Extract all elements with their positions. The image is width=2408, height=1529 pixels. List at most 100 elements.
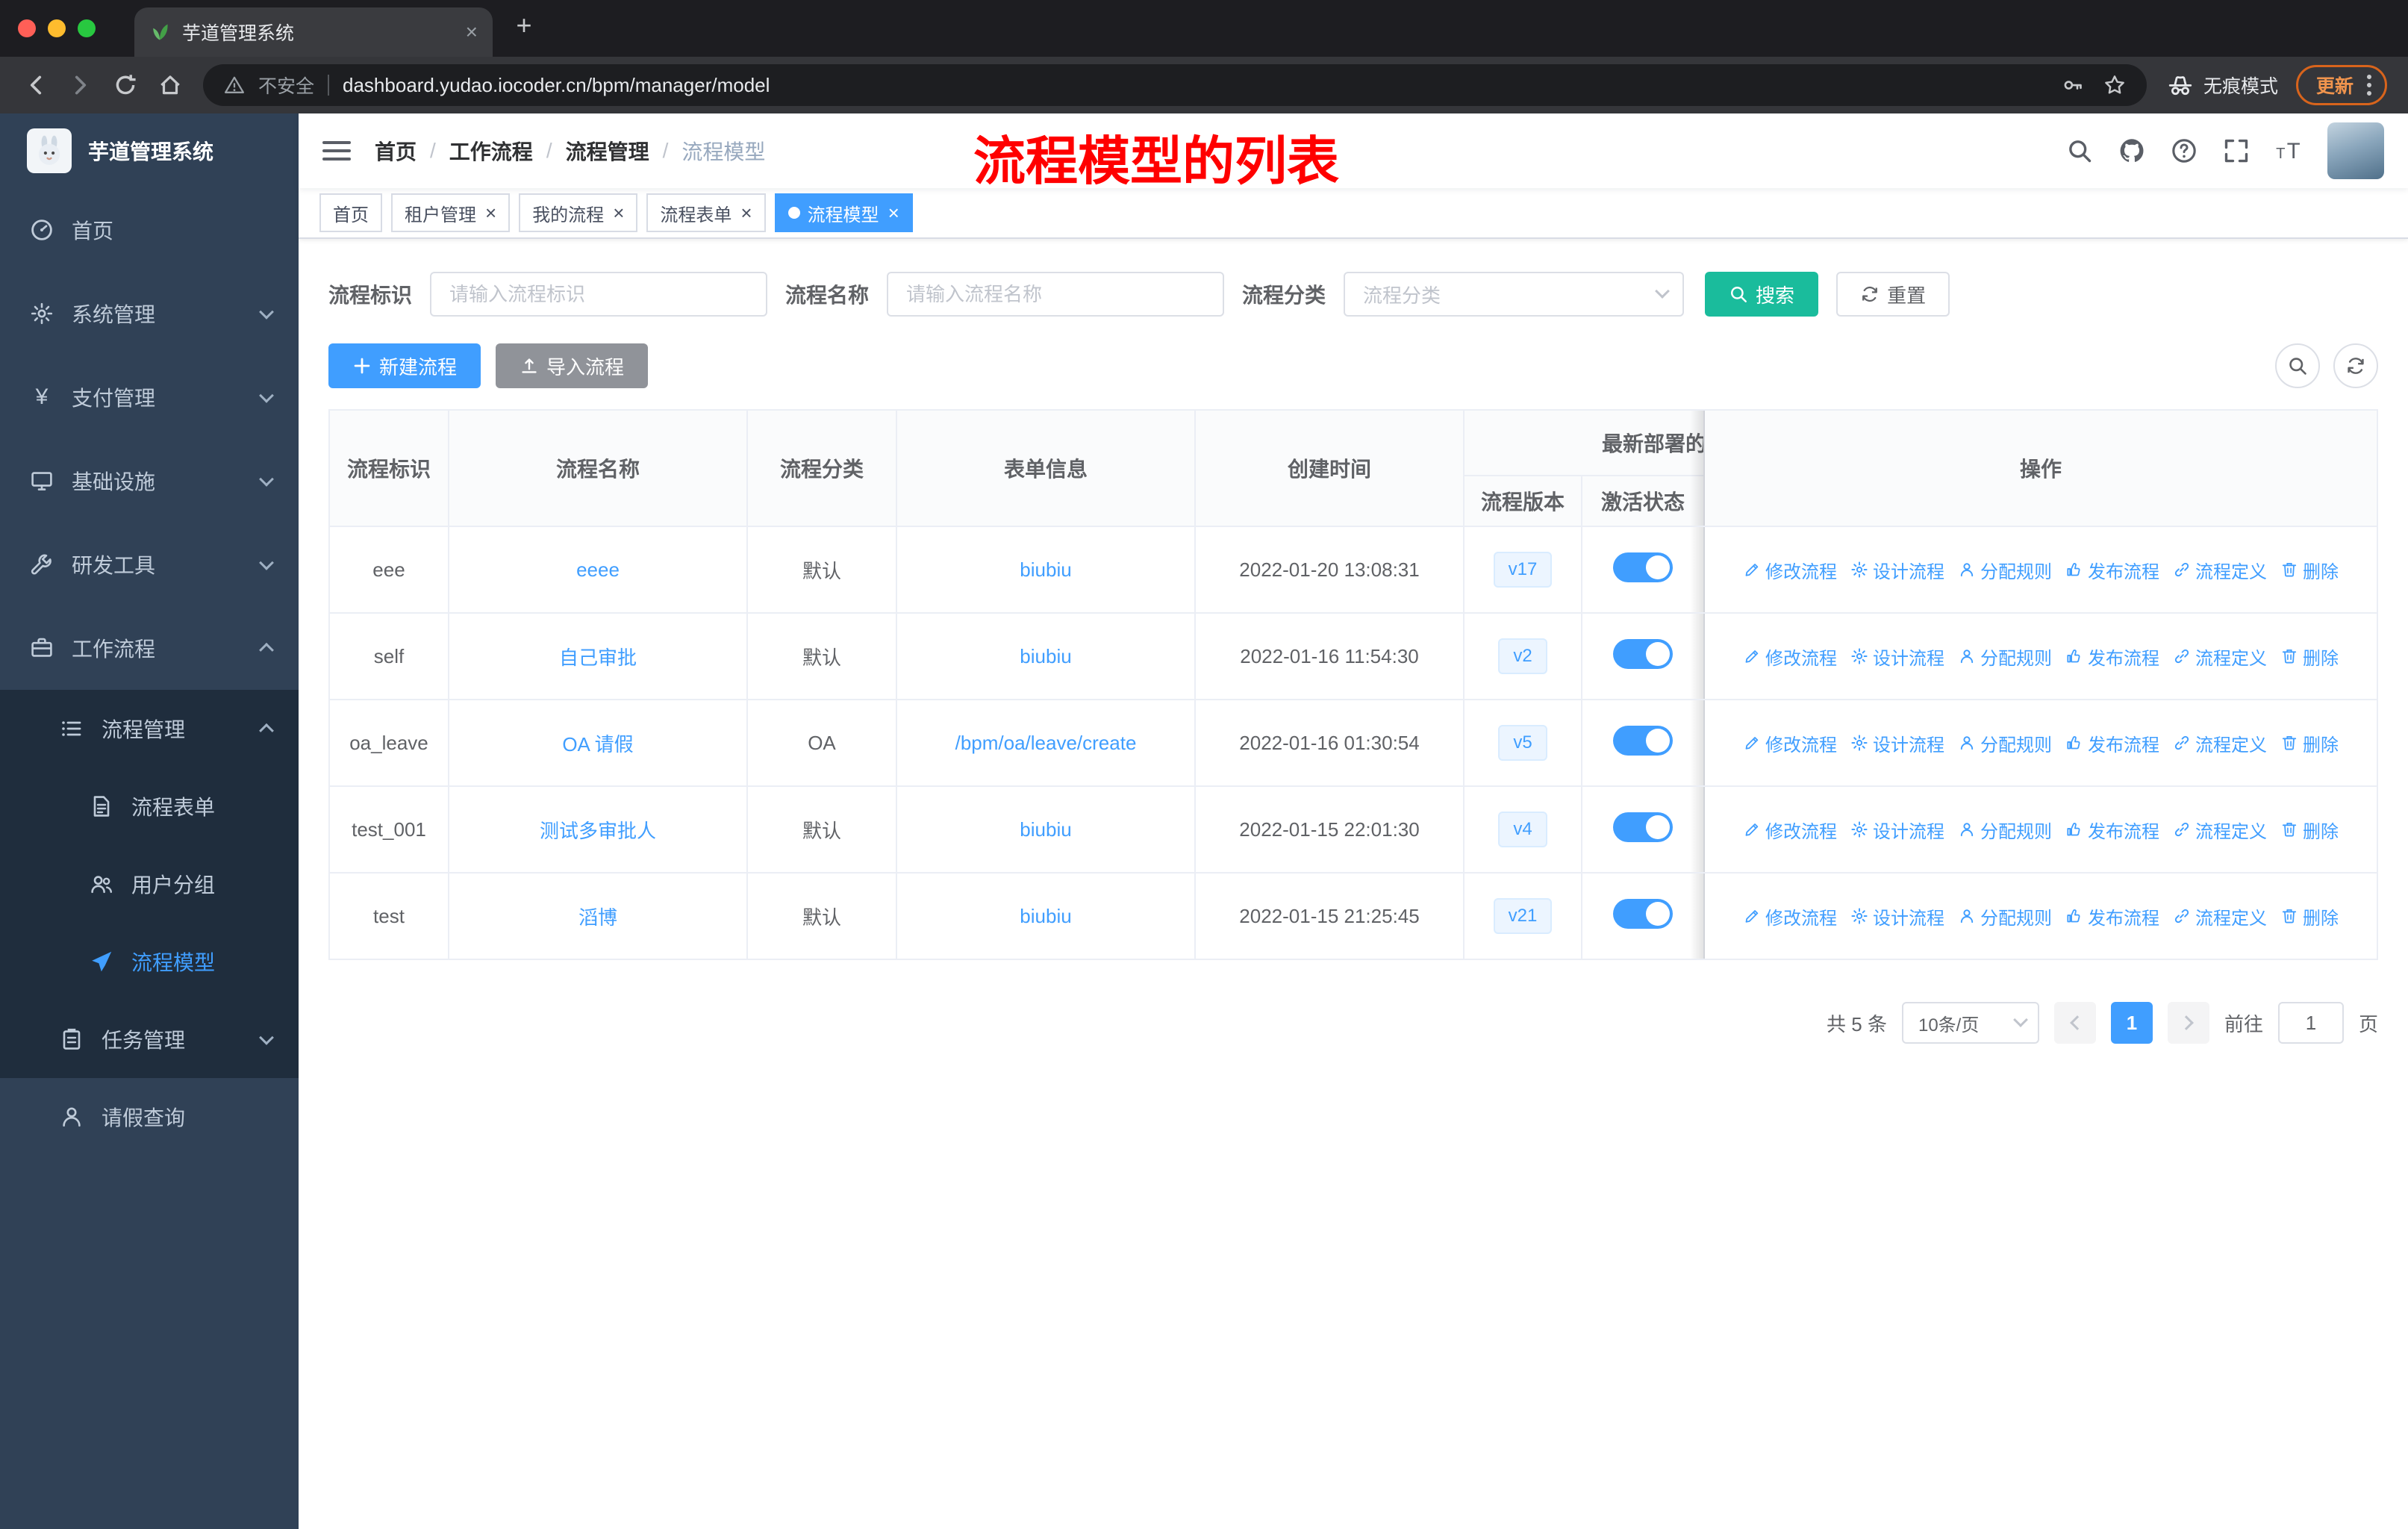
close-icon[interactable]: × — [485, 203, 496, 222]
font-size-icon[interactable]: TT — [2275, 137, 2302, 164]
user-avatar[interactable] — [2327, 122, 2384, 179]
github-icon[interactable] — [2118, 137, 2145, 164]
tab-close-icon[interactable]: × — [466, 20, 478, 44]
form-info-link[interactable]: /bpm/oa/leave/create — [955, 732, 1137, 754]
form-info-link[interactable]: biubiu — [1020, 645, 1071, 667]
back-button[interactable] — [15, 64, 57, 106]
tag-process-model[interactable]: 流程模型 × — [774, 193, 913, 232]
sidebar-item-payment-management[interactable]: ¥ 支付管理 — [0, 355, 299, 439]
page-size-select[interactable]: 10条/页 — [1901, 1002, 2039, 1044]
publish-process-link[interactable]: 发布流程 — [2065, 644, 2159, 670]
form-info-link[interactable]: biubiu — [1020, 818, 1071, 841]
delete-link[interactable]: 删除 — [2280, 903, 2339, 929]
process-name-link[interactable]: eeee — [576, 558, 620, 581]
zoom-window-button[interactable] — [78, 19, 96, 37]
help-icon[interactable] — [2171, 137, 2198, 164]
tag-process-form[interactable]: 流程表单 × — [646, 193, 766, 232]
design-process-link[interactable]: 设计流程 — [1850, 817, 1944, 843]
sidebar-item-leave-query[interactable]: 请假查询 — [0, 1078, 299, 1156]
assign-rule-link[interactable]: 分配规则 — [1958, 557, 2052, 583]
breadcrumb-item[interactable]: 工作流程 — [449, 136, 533, 166]
active-toggle[interactable] — [1613, 725, 1673, 756]
modify-process-link[interactable]: 修改流程 — [1743, 730, 1837, 756]
reload-button[interactable] — [105, 64, 146, 106]
process-name-link[interactable]: 自己审批 — [559, 647, 637, 669]
breadcrumb-item[interactable]: 流程管理 — [566, 136, 649, 166]
process-definition-link[interactable]: 流程定义 — [2173, 557, 2267, 583]
sidebar-item-workflow[interactable]: 工作流程 — [0, 606, 299, 690]
active-toggle[interactable] — [1613, 638, 1673, 669]
tag-my-process[interactable]: 我的流程 × — [519, 193, 638, 232]
bookmark-star-icon[interactable] — [2103, 74, 2126, 96]
design-process-link[interactable]: 设计流程 — [1850, 557, 1944, 583]
sidebar-item-task-management[interactable]: 任务管理 — [0, 1000, 299, 1078]
form-info-link[interactable]: biubiu — [1020, 558, 1071, 581]
modify-process-link[interactable]: 修改流程 — [1743, 817, 1837, 843]
active-toggle[interactable] — [1613, 812, 1673, 842]
tag-home[interactable]: 首页 — [319, 193, 382, 232]
toggle-search-button[interactable] — [2275, 343, 2320, 388]
delete-link[interactable]: 删除 — [2280, 730, 2339, 756]
reset-button[interactable]: 重置 — [1836, 272, 1950, 317]
tag-tenant-management[interactable]: 租户管理 × — [391, 193, 511, 232]
form-info-link[interactable]: biubiu — [1020, 905, 1071, 927]
breadcrumb-item[interactable]: 首页 — [375, 136, 417, 166]
next-page-button[interactable] — [2167, 1002, 2209, 1044]
refresh-table-button[interactable] — [2333, 343, 2378, 388]
sidebar-item-infrastructure[interactable]: 基础设施 — [0, 439, 299, 523]
design-process-link[interactable]: 设计流程 — [1850, 644, 1944, 670]
address-bar[interactable]: 不安全 dashboard.yudao.iocoder.cn/bpm/manag… — [203, 64, 2147, 106]
browser-tab[interactable]: 芋道管理系统 × — [134, 7, 493, 57]
import-process-button[interactable]: 导入流程 — [496, 343, 649, 388]
delete-link[interactable]: 删除 — [2280, 557, 2339, 583]
process-name-input[interactable] — [887, 272, 1225, 317]
close-icon[interactable]: × — [740, 203, 752, 222]
modify-process-link[interactable]: 修改流程 — [1743, 644, 1837, 670]
close-icon[interactable]: × — [613, 203, 624, 222]
active-toggle[interactable] — [1613, 898, 1673, 929]
sidebar-toggle-button[interactable] — [322, 141, 351, 161]
search-icon[interactable] — [2066, 137, 2093, 164]
goto-page-input[interactable] — [2277, 1002, 2344, 1044]
update-button[interactable]: 更新 — [2295, 65, 2387, 105]
process-definition-link[interactable]: 流程定义 — [2173, 817, 2267, 843]
process-definition-link[interactable]: 流程定义 — [2173, 644, 2267, 670]
forward-button[interactable] — [60, 64, 102, 106]
modify-process-link[interactable]: 修改流程 — [1743, 903, 1837, 929]
process-category-select[interactable]: 流程分类 — [1344, 272, 1685, 317]
prev-page-button[interactable] — [2053, 1002, 2096, 1044]
key-icon[interactable] — [2062, 74, 2084, 96]
publish-process-link[interactable]: 发布流程 — [2065, 817, 2159, 843]
process-name-link[interactable]: OA 请假 — [562, 733, 633, 756]
publish-process-link[interactable]: 发布流程 — [2065, 730, 2159, 756]
sidebar-item-dev-tools[interactable]: 研发工具 — [0, 523, 299, 606]
fullscreen-icon[interactable] — [2223, 137, 2250, 164]
sidebar-item-home[interactable]: 首页 — [0, 188, 299, 272]
publish-process-link[interactable]: 发布流程 — [2065, 557, 2159, 583]
assign-rule-link[interactable]: 分配规则 — [1958, 730, 2052, 756]
delete-link[interactable]: 删除 — [2280, 644, 2339, 670]
assign-rule-link[interactable]: 分配规则 — [1958, 903, 2052, 929]
menu-dots-icon[interactable] — [2367, 75, 2371, 96]
sidebar-item-user-group[interactable]: 用户分组 — [0, 845, 299, 923]
minimize-window-button[interactable] — [48, 19, 66, 37]
sidebar-item-process-form[interactable]: 流程表单 — [0, 767, 299, 845]
sidebar-item-process-management[interactable]: 流程管理 — [0, 690, 299, 767]
process-name-link[interactable]: 测试多审批人 — [540, 820, 656, 842]
sidebar-item-process-model[interactable]: 流程模型 — [0, 923, 299, 1000]
design-process-link[interactable]: 设计流程 — [1850, 730, 1944, 756]
process-definition-link[interactable]: 流程定义 — [2173, 730, 2267, 756]
process-key-input[interactable] — [430, 272, 768, 317]
home-button[interactable] — [149, 64, 191, 106]
create-process-button[interactable]: 新建流程 — [328, 343, 481, 388]
delete-link[interactable]: 删除 — [2280, 817, 2339, 843]
active-toggle[interactable] — [1613, 552, 1673, 582]
modify-process-link[interactable]: 修改流程 — [1743, 557, 1837, 583]
page-number-button[interactable]: 1 — [2110, 1002, 2153, 1044]
sidebar-item-system-management[interactable]: 系统管理 — [0, 272, 299, 355]
search-button[interactable]: 搜索 — [1705, 272, 1819, 317]
process-definition-link[interactable]: 流程定义 — [2173, 903, 2267, 929]
close-window-button[interactable] — [18, 19, 36, 37]
process-name-link[interactable]: 滔博 — [578, 906, 617, 929]
assign-rule-link[interactable]: 分配规则 — [1958, 644, 2052, 670]
